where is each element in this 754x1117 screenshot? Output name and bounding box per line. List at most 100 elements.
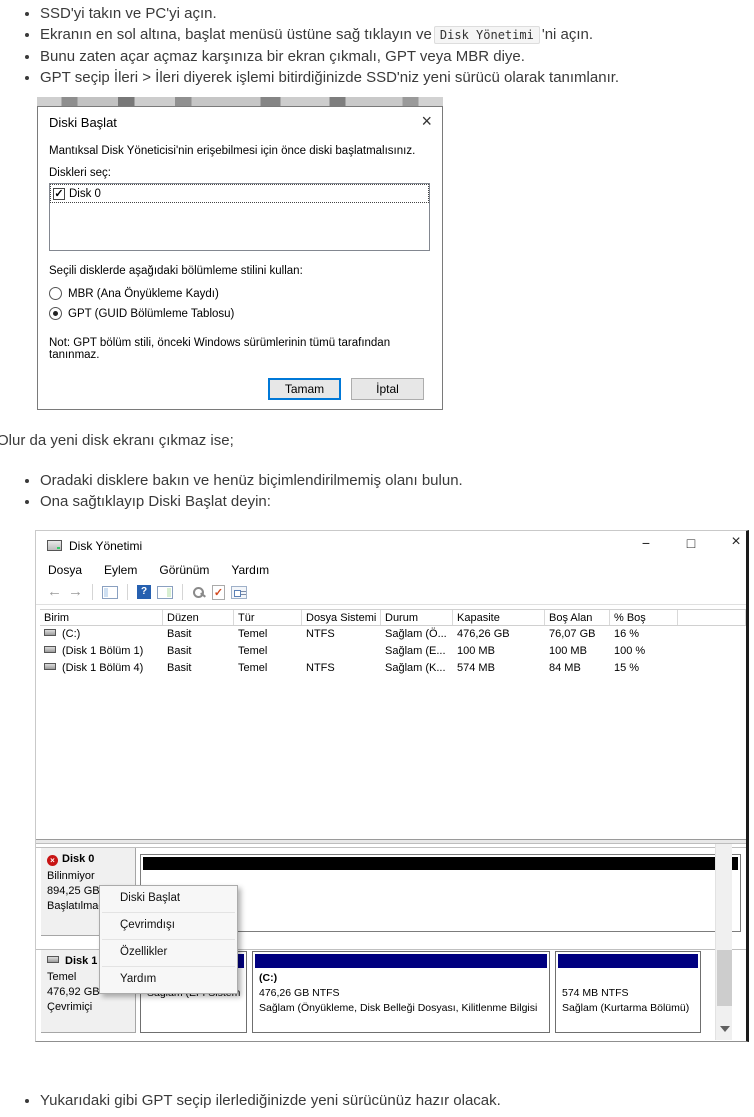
gpt-radio[interactable] bbox=[49, 307, 62, 320]
toolbar-separator bbox=[182, 584, 183, 600]
cell-text: 16 % bbox=[614, 628, 640, 640]
disk-item-label: Disk 0 bbox=[69, 187, 101, 200]
help-icon[interactable]: ? bbox=[137, 585, 151, 599]
properties-list-icon[interactable] bbox=[231, 585, 247, 599]
table-row[interactable]: (C:) Basit Temel NTFS Sağlam (Ö... 476,2… bbox=[40, 626, 746, 643]
cell-text: Sağlam (K... bbox=[385, 662, 446, 674]
cell-text bbox=[302, 643, 381, 660]
partition-size: 574 MB NTFS bbox=[562, 987, 629, 999]
partition-bar bbox=[558, 954, 698, 968]
intro-bullet-2-post: 'ni açın. bbox=[541, 26, 594, 43]
header-yuzde-bos[interactable]: % Boş bbox=[610, 610, 678, 625]
disk0-type: Bilinmiyor bbox=[47, 870, 95, 882]
radio-gpt-row[interactable]: GPT (GUID Bölümleme Tablosu) bbox=[49, 307, 234, 320]
disk-management-window: Disk Yönetimi − □ × Dosya Eylem Görünüm … bbox=[35, 530, 749, 1042]
back-icon[interactable]: ← bbox=[47, 584, 62, 600]
gpt-radio-label: GPT (GUID Bölümleme Tablosu) bbox=[68, 307, 235, 320]
mbr-radio[interactable] bbox=[49, 287, 62, 300]
cell-text: 15 % bbox=[614, 662, 640, 674]
menu-dosya[interactable]: Dosya bbox=[38, 561, 92, 580]
table-row[interactable]: (Disk 1 Bölüm 1) Basit Temel Sağlam (E..… bbox=[40, 643, 746, 660]
disk-listbox[interactable]: ✓ Disk 0 bbox=[49, 183, 430, 251]
context-menu-item-ozellikler[interactable]: Özellikler bbox=[100, 940, 237, 966]
header-birim[interactable]: Birim bbox=[40, 610, 163, 625]
cell-text: 476,26 GB bbox=[457, 628, 510, 640]
pane-splitter[interactable] bbox=[36, 839, 746, 844]
header-duzen[interactable]: Düzen bbox=[163, 610, 234, 625]
tutorial-page: SSD'yi takın ve PC'yi açın. Ekranın en s… bbox=[0, 0, 754, 1117]
disk-management-app-icon bbox=[47, 540, 62, 551]
cell-text: NTFS bbox=[306, 662, 335, 674]
ok-button[interactable]: Tamam bbox=[268, 378, 341, 400]
partition-style-label: Seçili disklerde aşağıdaki bölümleme sti… bbox=[49, 265, 303, 277]
scroll-down-icon[interactable] bbox=[720, 1026, 730, 1032]
cell-text: (Disk 1 Bölüm 1) bbox=[62, 645, 144, 657]
cell-text: Temel bbox=[238, 645, 268, 657]
context-menu-item-cevrimdisi[interactable]: Çevrimdışı bbox=[100, 913, 237, 939]
cell-filler bbox=[678, 643, 746, 660]
header-dosya-sistemi[interactable]: Dosya Sistemi bbox=[302, 610, 381, 625]
header-filler bbox=[678, 610, 746, 625]
magnifier-icon[interactable] bbox=[192, 586, 206, 599]
menu-gorunum[interactable]: Görünüm bbox=[149, 561, 219, 580]
partition-status: Sağlam (Önyükleme, Disk Belleği Dosyası,… bbox=[259, 1002, 538, 1014]
check-document-icon[interactable]: ✓ bbox=[212, 584, 225, 600]
intro-bullet-2-pre: Ekranın en sol altına, başlat menüsü üst… bbox=[40, 26, 432, 43]
disk-checkbox[interactable]: ✓ bbox=[53, 187, 65, 200]
dm-window-title: Disk Yönetimi bbox=[69, 539, 143, 553]
partition-status: Sağlam (Kurtarma Bölümü) bbox=[562, 1002, 690, 1014]
volume-icon bbox=[44, 663, 56, 670]
close-icon[interactable]: × bbox=[721, 533, 751, 551]
vertical-scrollbar[interactable] bbox=[715, 844, 732, 1040]
dialog-close-icon[interactable]: × bbox=[421, 110, 432, 132]
intro-bullet-1: SSD'yi takın ve PC'yi açın. bbox=[40, 3, 740, 24]
cropped-screenshot-edge bbox=[37, 97, 443, 106]
partition-c[interactable]: (C:) 476,26 GB NTFS Sağlam (Önyükleme, D… bbox=[252, 951, 550, 1033]
cell-text: (C:) bbox=[62, 628, 81, 640]
action-pane-icon[interactable] bbox=[157, 585, 173, 599]
header-kapasite[interactable]: Kapasite bbox=[453, 610, 545, 625]
outro-bullet: Yukarıdaki gibi GPT seçip ilerlediğinizd… bbox=[40, 1090, 740, 1111]
header-durum[interactable]: Durum bbox=[381, 610, 453, 625]
cell-text: 100 % bbox=[614, 645, 646, 657]
disk1-status: Çevrimiçi bbox=[47, 1001, 93, 1013]
dm-titlebar: Disk Yönetimi − □ × bbox=[36, 531, 746, 561]
volume-icon bbox=[44, 646, 56, 653]
cancel-button[interactable]: İptal bbox=[351, 378, 424, 400]
menu-eylem[interactable]: Eylem bbox=[94, 561, 147, 580]
partition-recovery[interactable]: 574 MB NTFS Sağlam (Kurtarma Bölümü) bbox=[555, 951, 701, 1033]
cell-text: Temel bbox=[238, 662, 268, 674]
table-row[interactable]: (Disk 1 Bölüm 4) Basit Temel NTFS Sağlam… bbox=[40, 660, 746, 677]
context-menu-item-diski-baslat[interactable]: Diski Başlat bbox=[100, 886, 237, 912]
cell-filler bbox=[678, 626, 746, 643]
partition-size: 476,26 GB NTFS bbox=[259, 987, 340, 999]
menu-yardim[interactable]: Yardım bbox=[221, 561, 279, 580]
disk-yonetimi-code-chip: Disk Yönetimi bbox=[433, 26, 540, 44]
disk-error-icon: × bbox=[47, 855, 58, 866]
partition-c-text: (C:) 476,26 GB NTFS Sağlam (Önyükleme, D… bbox=[253, 968, 549, 1016]
maximize-icon[interactable]: □ bbox=[676, 535, 706, 551]
minimize-icon[interactable]: − bbox=[631, 535, 661, 551]
console-tree-icon[interactable] bbox=[102, 585, 118, 599]
volume-cell: (Disk 1 Bölüm 1) bbox=[40, 643, 163, 660]
radio-mbr-row[interactable]: MBR (Ana Önyükleme Kaydı) bbox=[49, 287, 219, 300]
cell-text: (Disk 1 Bölüm 4) bbox=[62, 662, 144, 674]
dialog-message: Mantıksal Disk Yöneticisi'nin erişebilme… bbox=[49, 145, 416, 157]
gpt-note: Not: GPT bölüm stili, önceki Windows sür… bbox=[49, 337, 391, 361]
forward-icon[interactable]: → bbox=[68, 584, 83, 600]
context-menu-item-yardim[interactable]: Yardım bbox=[100, 967, 237, 993]
volume-icon bbox=[44, 629, 56, 636]
header-bos-alan[interactable]: Boş Alan bbox=[545, 610, 610, 625]
header-tur[interactable]: Tür bbox=[234, 610, 302, 625]
partition-recovery-text: 574 MB NTFS Sağlam (Kurtarma Bölümü) bbox=[556, 968, 700, 1016]
disk-list-item[interactable]: ✓ Disk 0 bbox=[50, 184, 429, 203]
cell-text: 84 MB bbox=[549, 662, 581, 674]
intro-bullet-4: GPT seçip İleri > İleri diyerek işlemi b… bbox=[40, 67, 740, 88]
disk0-name: Disk 0 bbox=[62, 853, 95, 865]
dm-toolbar: ← → ? ✓ bbox=[36, 580, 746, 605]
disk0-context-menu: Diski Başlat Çevrimdışı Özellikler Yardı… bbox=[99, 885, 238, 994]
partition-bar bbox=[255, 954, 547, 968]
disk-row-divider bbox=[36, 847, 746, 848]
scrollbar-thumb[interactable] bbox=[717, 950, 732, 1006]
initialize-disk-dialog: Diski Başlat × Mantıksal Disk Yöneticisi… bbox=[37, 106, 443, 410]
